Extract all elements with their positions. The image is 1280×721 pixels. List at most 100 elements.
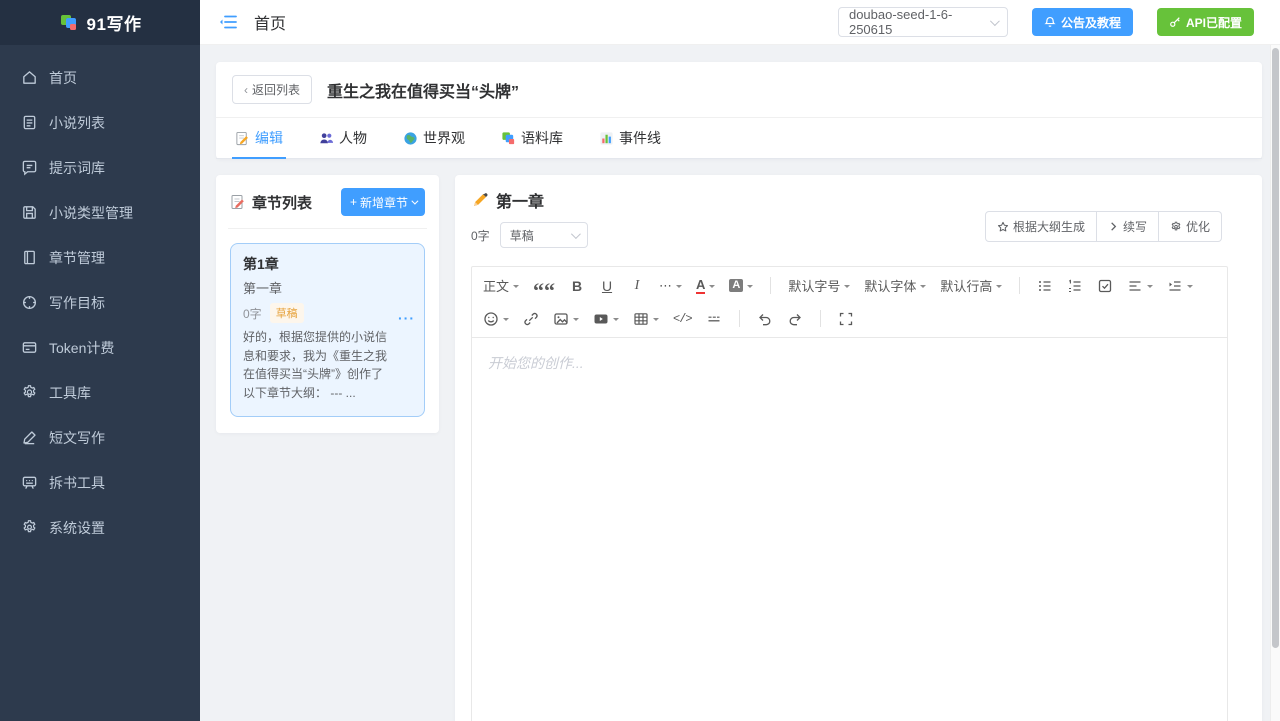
chapter-management-icon xyxy=(24,250,35,265)
more-text-styles-dropdown[interactable]: ⋯ xyxy=(654,273,687,299)
redo-button[interactable] xyxy=(782,306,808,332)
corpus-tab-icon xyxy=(502,131,515,144)
tab-eventline[interactable]: 事件线 xyxy=(596,118,664,159)
editor-content-area[interactable]: 开始您的创作... xyxy=(471,338,1228,721)
announcement-button[interactable]: 公告及教程 xyxy=(1031,8,1133,36)
video-icon xyxy=(594,314,608,323)
sidebar-collapse-icon[interactable] xyxy=(218,12,238,32)
redo-icon xyxy=(789,313,801,325)
optimize-button[interactable]: 优化 xyxy=(1158,211,1222,242)
tab-edit[interactable]: 编辑 xyxy=(232,118,286,159)
sidebar-item-label: 写作目标 xyxy=(49,294,105,311)
sidebar-item-short-writing[interactable]: 短文写作 xyxy=(0,415,200,460)
prompt-library-icon xyxy=(22,160,37,176)
fullscreen-button[interactable] xyxy=(833,306,859,332)
paragraph-style-dropdown[interactable]: 正文 xyxy=(478,273,524,299)
toolbar-separator xyxy=(819,310,821,327)
sidebar-item-writing-goal[interactable]: 写作目标 xyxy=(0,280,200,325)
horizontal-rule-icon xyxy=(708,316,720,321)
logo[interactable]: 91写作 xyxy=(0,0,200,45)
sidebar-item-label: 提示词库 xyxy=(49,159,105,176)
line-height-dropdown[interactable]: 默认行高 xyxy=(935,273,1007,299)
task-list-button[interactable] xyxy=(1092,273,1118,299)
token-billing-icon xyxy=(22,342,37,353)
scrollbar-thumb[interactable] xyxy=(1272,48,1279,648)
underline-button[interactable]: U xyxy=(594,273,620,299)
sidebar-item-chapter-management[interactable]: 章节管理 xyxy=(0,235,200,280)
insert-image-dropdown[interactable] xyxy=(548,306,584,332)
tab-worldview[interactable]: 世界观 xyxy=(400,118,468,159)
toolbar-separator xyxy=(770,277,772,294)
sidebar-item-novel-list[interactable]: 小说列表 xyxy=(0,100,200,145)
indent-dropdown[interactable] xyxy=(1162,273,1198,299)
tab-label: 人物 xyxy=(339,130,367,146)
undo-button[interactable] xyxy=(752,306,778,332)
announcement-button-label: 公告及教程 xyxy=(1060,15,1121,30)
tab-corpus[interactable]: 语料库 xyxy=(498,118,566,159)
caret-down-icon xyxy=(653,317,659,324)
breadcrumb: 首页 xyxy=(254,16,287,33)
novel-head-row: ‹ 返回列表 重生之我在值得买当“头牌” xyxy=(216,62,1262,117)
tab-characters[interactable]: 人物 xyxy=(316,118,370,159)
caret-down-icon xyxy=(996,284,1003,291)
tab-label: 语料库 xyxy=(521,130,563,146)
bell-icon xyxy=(1044,16,1056,27)
sidebar-item-book-analysis[interactable]: 拆书工具 xyxy=(0,460,200,505)
sidebar-nav: 首页 小说列表 提示词库 小说类型管理 章节管理 写作目标 Token计费 工具… xyxy=(0,45,200,550)
editor-toolbar: 正文 ““ B U I ⋯ A A 默认字号 默认字体 默认行高 </> xyxy=(471,266,1228,338)
emoji-dropdown[interactable] xyxy=(478,306,514,332)
api-config-button[interactable]: API已配置 xyxy=(1156,8,1254,36)
toolbar-separator xyxy=(738,310,740,327)
sidebar-item-label: 小说类型管理 xyxy=(49,204,133,221)
sidebar-item-toolbox[interactable]: 工具库 xyxy=(0,370,200,415)
emoji-icon xyxy=(484,311,498,326)
insert-link-button[interactable] xyxy=(518,306,544,332)
bullet-list-button[interactable] xyxy=(1032,273,1058,299)
chapter-status-value: 草稿 xyxy=(509,228,534,243)
bold-button[interactable]: B xyxy=(564,273,590,299)
sidebar-item-prompt-library[interactable]: 提示词库 xyxy=(0,145,200,190)
align-left-icon xyxy=(1129,280,1141,291)
sidebar-item-token-billing[interactable]: Token计费 xyxy=(0,325,200,370)
add-chapter-button[interactable]: + 新增章节 xyxy=(340,188,425,216)
editor-actions: 根据大纲生成 续写 优化 xyxy=(984,211,1222,242)
align-dropdown[interactable] xyxy=(1122,273,1158,299)
tab-label: 事件线 xyxy=(619,130,661,146)
writing-goal-icon xyxy=(22,295,37,310)
chevron-down-icon xyxy=(990,15,1000,26)
chapter-panel-title-row: 章节列表 xyxy=(230,192,312,213)
highlight-color-dropdown[interactable]: A xyxy=(724,273,758,299)
code-block-button[interactable]: </> xyxy=(668,306,697,332)
chapter-card-subtitle: 第一章 xyxy=(243,281,283,296)
topbar-actions: doubao-seed-1-6-250615 公告及教程 API已配置 xyxy=(837,7,1254,37)
chapter-status-select[interactable]: 草稿 xyxy=(499,222,588,248)
caret-down-icon xyxy=(573,317,579,324)
sidebar-item-settings[interactable]: 系统设置 xyxy=(0,505,200,550)
font-size-dropdown[interactable]: 默认字号 xyxy=(783,273,855,299)
font-family-dropdown[interactable]: 默认字体 xyxy=(859,273,931,299)
model-select[interactable]: doubao-seed-1-6-250615 xyxy=(837,7,1008,37)
blockquote-button[interactable]: ““ xyxy=(528,273,560,301)
sidebar-item-label: Token计费 xyxy=(49,339,115,356)
continue-writing-button[interactable]: 续写 xyxy=(1096,211,1159,242)
chapter-card[interactable]: 第1章 第一章 0字 草稿 好的，根据您提供的小说信息和要求，我为《重生之我在值… xyxy=(230,243,425,418)
eventline-tab-icon xyxy=(600,131,613,145)
chapter-panel-header: 章节列表 + 新增章节 xyxy=(230,188,425,216)
more-options-icon[interactable]: ··· xyxy=(398,310,415,326)
italic-button[interactable]: I xyxy=(624,273,650,299)
generate-button-label: 根据大纲生成 xyxy=(1012,220,1085,234)
font-color-dropdown[interactable]: A xyxy=(691,273,720,299)
horizontal-rule-button[interactable] xyxy=(701,306,727,332)
sidebar-item-home[interactable]: 首页 xyxy=(0,55,200,100)
caret-down-icon xyxy=(613,317,619,324)
novel-list-icon xyxy=(23,115,36,130)
continue-button-label: 续写 xyxy=(1122,220,1147,234)
insert-video-dropdown[interactable] xyxy=(588,306,624,332)
back-to-list-button[interactable]: ‹ 返回列表 xyxy=(232,75,313,104)
generate-from-outline-button[interactable]: 根据大纲生成 xyxy=(984,211,1097,242)
insert-table-dropdown[interactable] xyxy=(628,306,664,332)
numbered-list-button[interactable] xyxy=(1062,273,1088,299)
sidebar-item-novel-type[interactable]: 小说类型管理 xyxy=(0,190,200,235)
page-scrollbar[interactable] xyxy=(1270,45,1280,721)
chapter-list-icon xyxy=(231,195,244,209)
